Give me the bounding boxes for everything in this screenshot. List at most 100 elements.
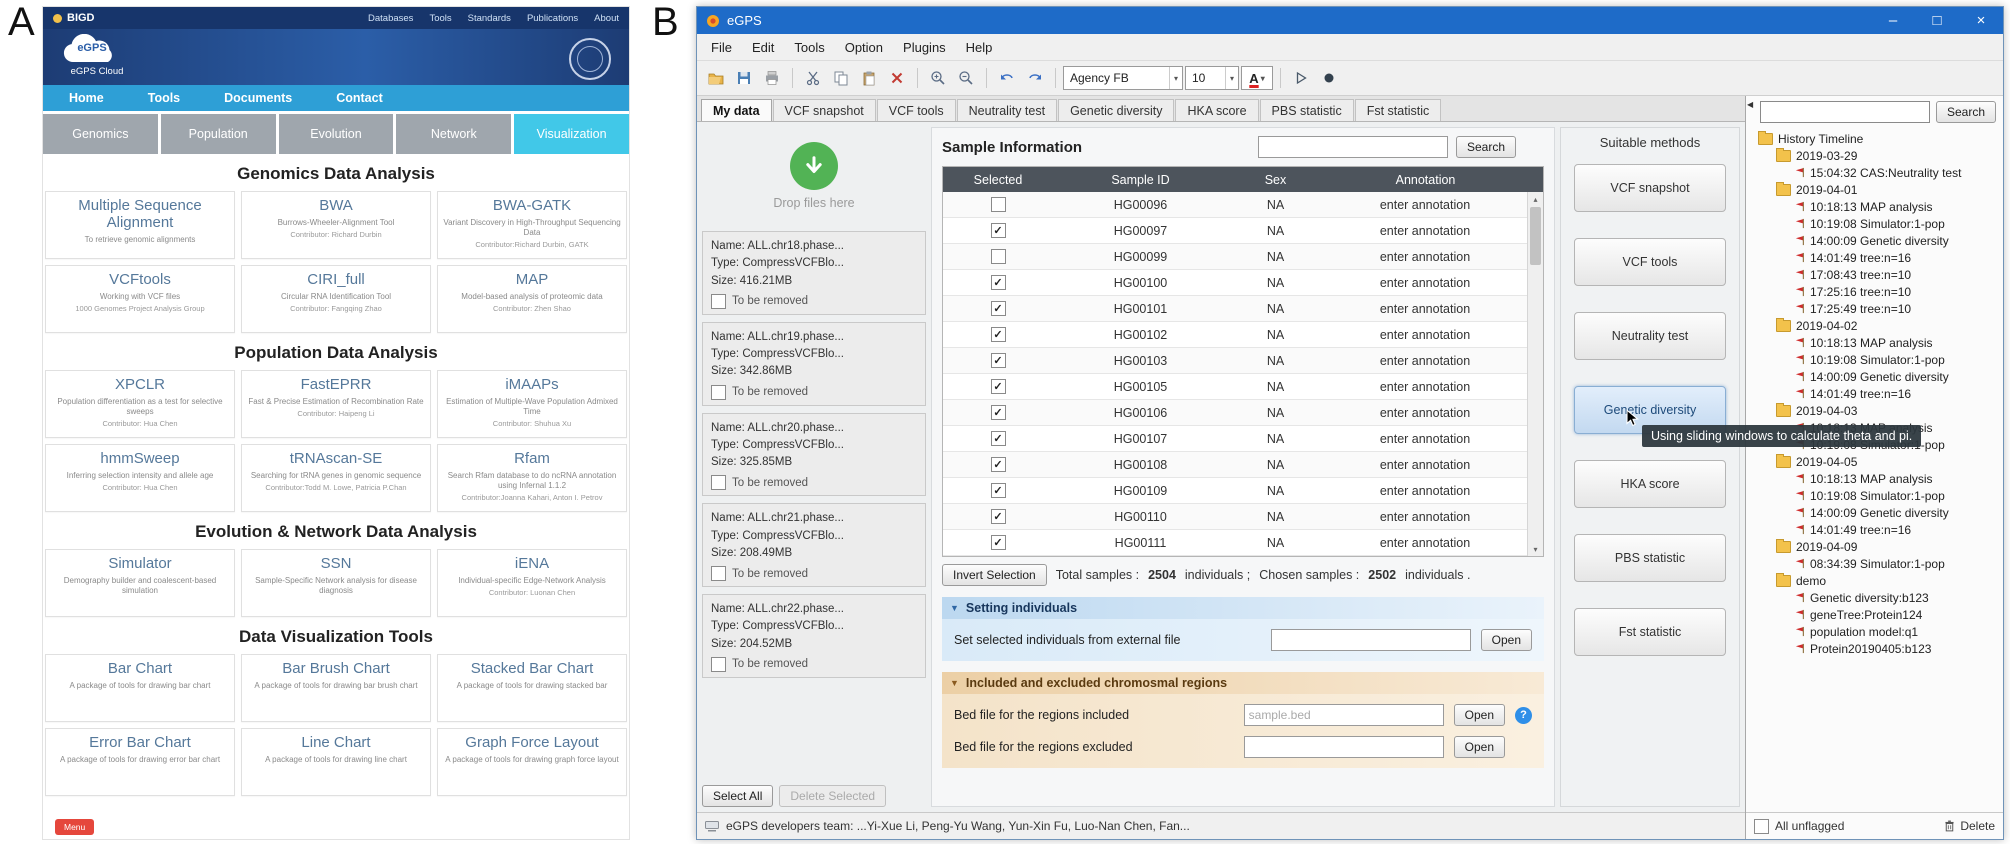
delete-icon[interactable] [884,65,910,91]
tool-card[interactable]: BWA Burrows-Wheeler-Alignment Tool Contr… [241,191,431,259]
annotation-cell[interactable]: enter annotation [1323,484,1527,498]
module-tab[interactable]: Fst statistic [1355,99,1442,121]
open-folder-icon[interactable] [703,65,729,91]
main-nav-link[interactable]: Tools [148,91,180,105]
tree-item[interactable]: 2019-04-09 [1756,538,2001,555]
method-button[interactable]: Neutrality test [1574,312,1726,360]
row-checkbox[interactable] [991,535,1006,550]
select-all-button[interactable]: Select All [702,785,773,807]
tool-card[interactable]: FastEPRR Fast & Precise Estimation of Re… [241,370,431,438]
row-checkbox[interactable] [991,223,1006,238]
tree-item[interactable]: 10:19:08 Simulator:1-pop [1756,351,2001,368]
main-nav-link[interactable]: Contact [336,91,383,105]
tool-card[interactable]: Stacked Bar Chart A package of tools for… [437,654,627,722]
tree-item[interactable]: 17:08:43 tree:n=10 [1756,266,2001,283]
tool-card[interactable]: Error Bar Chart A package of tools for d… [45,728,235,796]
minimize-button[interactable]: – [1871,7,1915,34]
tool-card[interactable]: Rfam Search Rfam database to do ncRNA an… [437,444,627,512]
sample-search-input[interactable] [1258,136,1448,158]
tool-card[interactable]: iENA Individual-specific Edge-Network An… [437,549,627,617]
undo-icon[interactable] [994,65,1020,91]
chromosomal-regions-header[interactable]: ▼ Included and excluded chromosmal regio… [942,672,1544,694]
regions-included-open-button[interactable]: Open [1454,704,1505,726]
tool-card[interactable]: iMAAPs Estimation of Multiple-Wave Popul… [437,370,627,438]
external-file-input[interactable] [1271,629,1471,651]
tree-item[interactable]: 10:18:13 MAP analysis [1756,198,2001,215]
play-icon[interactable] [1288,65,1314,91]
tree-item[interactable]: 14:00:09 Genetic diversity [1756,504,2001,521]
to-be-removed-checkbox[interactable] [711,475,726,490]
all-unflagged-checkbox[interactable] [1754,819,1769,834]
table-row[interactable]: HG00103 NA enter annotation [943,348,1527,374]
topbar-nav-link[interactable]: Tools [429,13,451,24]
tree-item[interactable]: 10:18:13 MAP analysis [1756,470,2001,487]
save-icon[interactable] [731,65,757,91]
scroll-up-icon[interactable]: ▴ [1533,192,1537,206]
to-be-removed-checkbox[interactable] [711,385,726,400]
module-tab[interactable]: HKA score [1175,99,1258,121]
tree-item[interactable]: 2019-04-01 [1756,181,2001,198]
row-checkbox[interactable] [991,509,1006,524]
table-row[interactable]: HG00107 NA enter annotation [943,426,1527,452]
table-scrollbar[interactable]: ▴ ▾ [1527,192,1543,556]
annotation-cell[interactable]: enter annotation [1323,536,1527,550]
tree-item[interactable]: geneTree:Protein124 [1756,606,2001,623]
method-button[interactable]: HKA score [1574,460,1726,508]
tool-card[interactable]: VCFtools Working with VCF files 1000 Gen… [45,265,235,333]
topbar-nav-link[interactable]: Standards [468,13,511,24]
method-button[interactable]: VCF snapshot [1574,164,1726,212]
menu-item[interactable]: Tools [784,37,834,58]
annotation-cell[interactable]: enter annotation [1323,328,1527,342]
topbar-nav-link[interactable]: Publications [527,13,578,24]
close-button[interactable]: × [1959,7,2003,34]
tree-item[interactable]: 2019-04-03 [1756,402,2001,419]
tool-card[interactable]: CIRI_full Circular RNA Identification To… [241,265,431,333]
tool-card[interactable]: tRNAscan-SE Searching for tRNA genes in … [241,444,431,512]
menu-item[interactable]: File [701,37,742,58]
font-color-button[interactable]: A ▾ [1241,66,1273,90]
annotation-cell[interactable]: enter annotation [1323,510,1527,524]
tree-item[interactable]: Protein20190405:b123 [1756,640,2001,657]
table-row[interactable]: HG00108 NA enter annotation [943,452,1527,478]
annotation-cell[interactable]: enter annotation [1323,224,1527,238]
tree-item[interactable]: 17:25:49 tree:n=10 [1756,300,2001,317]
menu-item[interactable]: Edit [742,37,784,58]
tree-item[interactable]: population model:q1 [1756,623,2001,640]
row-checkbox[interactable] [991,405,1006,420]
bigd-logo[interactable]: BIGD [53,12,95,24]
method-button[interactable]: Fst statistic [1574,608,1726,656]
table-row[interactable]: HG00110 NA enter annotation [943,504,1527,530]
row-checkbox[interactable] [991,249,1006,264]
table-row[interactable]: HG00111 NA enter annotation [943,530,1527,556]
tree-item[interactable]: 10:19:08 Simulator:1-pop [1756,487,2001,504]
help-icon[interactable]: ? [1515,707,1532,724]
annotation-cell[interactable]: enter annotation [1323,406,1527,420]
tree-item[interactable]: 17:25:16 tree:n=10 [1756,283,2001,300]
font-size-combo[interactable]: 10 ▾ [1185,66,1239,90]
module-tab[interactable]: Neutrality test [957,99,1057,121]
category-tab[interactable]: Network [396,114,511,154]
row-checkbox[interactable] [991,379,1006,394]
tree-item[interactable]: demo [1756,572,2001,589]
table-row[interactable]: HG00109 NA enter annotation [943,478,1527,504]
regions-excluded-input[interactable] [1244,736,1444,758]
history-search-input[interactable] [1760,101,1930,123]
row-checkbox[interactable] [991,431,1006,446]
topbar-nav-link[interactable]: About [594,13,619,24]
annotation-cell[interactable]: enter annotation [1323,250,1527,264]
tree-item[interactable]: 2019-03-29 [1756,147,2001,164]
file-item[interactable]: Name: ALL.chr20.phase... Type: CompressV… [702,413,926,497]
table-row[interactable]: HG00105 NA enter annotation [943,374,1527,400]
history-search-button[interactable]: Search [1936,101,1996,123]
tool-card[interactable]: Line Chart A package of tools for drawin… [241,728,431,796]
tool-card[interactable]: Bar Chart A package of tools for drawing… [45,654,235,722]
method-button[interactable]: VCF tools [1574,238,1726,286]
tree-item[interactable]: 14:01:49 tree:n=16 [1756,385,2001,402]
category-tab[interactable]: Evolution [279,114,394,154]
file-item[interactable]: Name: ALL.chr19.phase... Type: CompressV… [702,322,926,406]
annotation-cell[interactable]: enter annotation [1323,380,1527,394]
tool-card[interactable]: Multiple Sequence Alignment To retrieve … [45,191,235,259]
tool-card[interactable]: SSN Sample-Specific Network analysis for… [241,549,431,617]
tool-card[interactable]: hmmSweep Inferring selection intensity a… [45,444,235,512]
zoom-in-icon[interactable] [925,65,951,91]
